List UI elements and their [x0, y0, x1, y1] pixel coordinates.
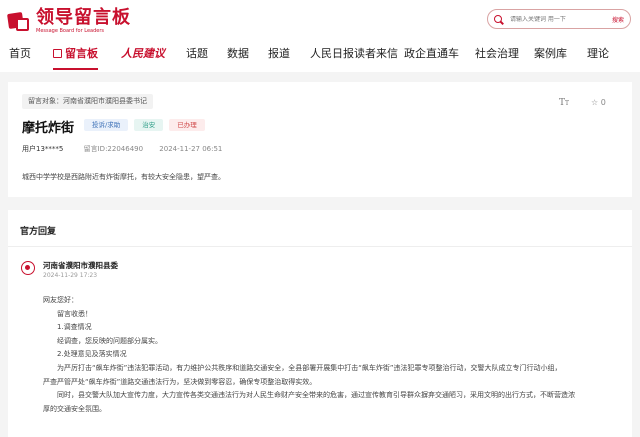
search-button[interactable]: 搜索: [612, 15, 624, 24]
nav-reports[interactable]: 报道: [268, 45, 290, 61]
nav-readers-letters[interactable]: 人民日报读者来信: [310, 45, 398, 61]
like-button[interactable]: ☆ 0: [591, 98, 606, 107]
search-icon: [494, 15, 502, 23]
divider: [8, 246, 632, 247]
message-user: 用户13****5: [22, 145, 64, 153]
search-input[interactable]: [510, 15, 600, 23]
nav-data[interactable]: 数据: [227, 45, 249, 61]
message-content: 城西中学学校是西路附近有炸街摩托，有较大安全隐患，望严查。: [22, 173, 225, 181]
tag-type: 投诉/求助: [84, 119, 129, 131]
search-box: 搜索: [487, 9, 631, 29]
reply-time: 2024-11-29 17:23: [43, 272, 98, 279]
nav-topics[interactable]: 话题: [186, 45, 208, 61]
status-badge: 已办理: [169, 119, 205, 131]
font-size-icon[interactable]: TT: [559, 98, 569, 108]
reply-org: 河南省濮阳市濮阳县委: [43, 261, 118, 270]
main-nav: 首页 留言板 人民建议 话题 数据 报道 人民日报读者来信 政企直通车 社会治理…: [0, 36, 640, 70]
gov-emblem-icon: [21, 261, 35, 275]
logo-icon: [7, 11, 30, 33]
nav-people-suggestions[interactable]: 人民建议: [121, 45, 165, 61]
nav-message-board[interactable]: 留言板: [53, 45, 98, 70]
like-icon: ☆: [591, 98, 599, 107]
reply-line: 2.处理意见及落实情况: [57, 350, 127, 359]
reply-line: 为严厉打击“飙车炸街”违法犯罪活动，有力维护公共秩序和道路交通安全，全县部署开展…: [57, 363, 562, 372]
reply-line: 经调查，您反映的问题部分属实。: [57, 336, 162, 345]
message-card: 留言对象：河南省濮阳市濮阳县委书记 摩托炸街 投诉/求助 治安 已办理 用户13…: [8, 82, 632, 197]
logo-title: 领导留言板: [36, 7, 131, 28]
reply-line: 严查严管严处“飙车炸街”道路交通违法行为，坚决做到零容忍，确保专项整治取得实效。: [43, 377, 317, 386]
message-id: 留言ID:22046490: [83, 145, 144, 153]
message-title: 摩托炸街: [22, 121, 75, 136]
reply-line: 网友您好：: [43, 296, 78, 304]
reply-body: 网友您好： 留言收悉！ 1.调查情况 经调查，您反映的问题部分属实。 2.处理意…: [43, 294, 575, 416]
nav-home[interactable]: 首页: [9, 45, 31, 61]
logo-subtitle: Message Board for Leaders: [36, 28, 105, 34]
message-time: 2024-11-27 06:51: [159, 145, 223, 153]
nav-social-governance[interactable]: 社会治理: [475, 45, 519, 61]
tag-domain: 治安: [134, 119, 164, 131]
message-board-icon: [53, 49, 62, 58]
nav-gov-business[interactable]: 政企直通车: [404, 45, 459, 61]
reply-line: 1.调查情况: [57, 323, 92, 332]
site-header: 领导留言板 Message Board for Leaders 搜索 首页 留言…: [0, 0, 640, 72]
reply-line: 厚的交通安全氛围。: [43, 404, 106, 413]
reply-line: 留言收悉！: [57, 309, 92, 318]
nav-theory[interactable]: 理论: [587, 45, 609, 61]
reply-card: 官方回复 河南省濮阳市濮阳县委 2024-11-29 17:23 网友您好： 留…: [8, 210, 632, 437]
message-target: 留言对象：河南省濮阳市濮阳县委书记: [22, 94, 153, 109]
nav-case-library[interactable]: 案例库: [534, 45, 567, 61]
site-logo[interactable]: 领导留言板 Message Board for Leaders: [7, 7, 131, 35]
message-meta: 用户13****5 留言ID:22046490 2024-11-27 06:51: [22, 144, 222, 154]
reply-line: 同时，县交警大队加大宣传力度，大力宣传各类交通违法行为对人民生命财产安全带来的危…: [57, 391, 575, 400]
section-title: 官方回复: [20, 227, 57, 237]
message-tags: 投诉/求助 治安 已办理: [84, 119, 205, 131]
